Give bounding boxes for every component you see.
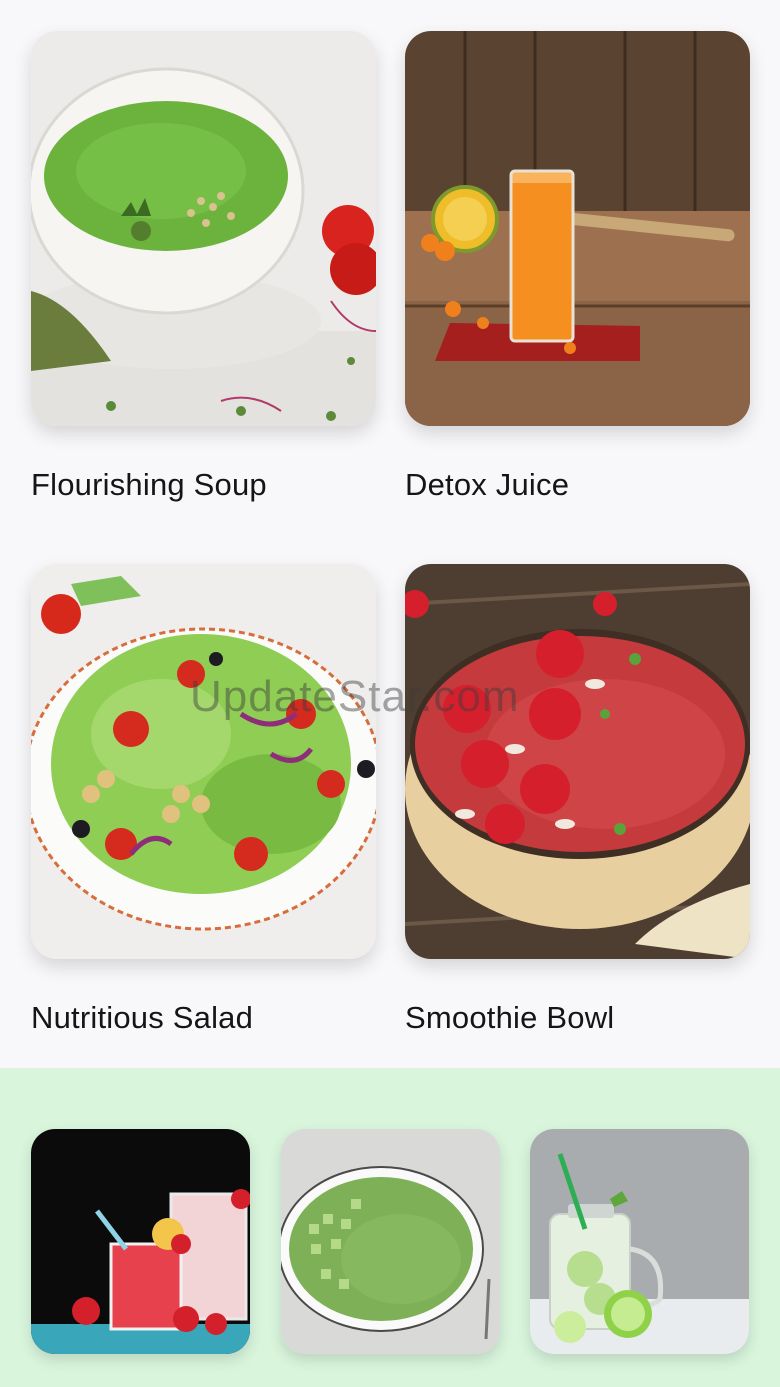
card-title: Smoothie Bowl <box>405 1000 615 1035</box>
cucumber-soup-photo[interactable] <box>281 1129 500 1354</box>
watermark-text: UpdateStar.com <box>190 672 520 721</box>
recipe-card-flourishing-soup[interactable]: Flourishing Soup <box>31 31 376 502</box>
vegetable-salad-plate-photo[interactable] <box>31 564 376 959</box>
recipe-card-smoothie-bowl[interactable]: Smoothie Bowl <box>405 564 750 1035</box>
lime-water-jar-photo[interactable] <box>530 1129 749 1354</box>
card-title: Detox Juice <box>405 467 570 502</box>
card-title: Nutritious Salad <box>31 1000 254 1035</box>
strawberry-smoothie-bowl-photo[interactable] <box>405 564 750 959</box>
recipe-card-nutritious-salad[interactable]: Nutritious Salad <box>31 564 376 1035</box>
recipe-card-detox-juice[interactable]: Detox Juice <box>405 31 750 502</box>
card-title: Flourishing Soup <box>31 467 267 502</box>
green-soup-bowl-photo[interactable] <box>31 31 376 426</box>
orange-juice-glass-photo[interactable] <box>405 31 750 426</box>
strawberry-smoothie-drinks-photo[interactable] <box>31 1129 250 1354</box>
